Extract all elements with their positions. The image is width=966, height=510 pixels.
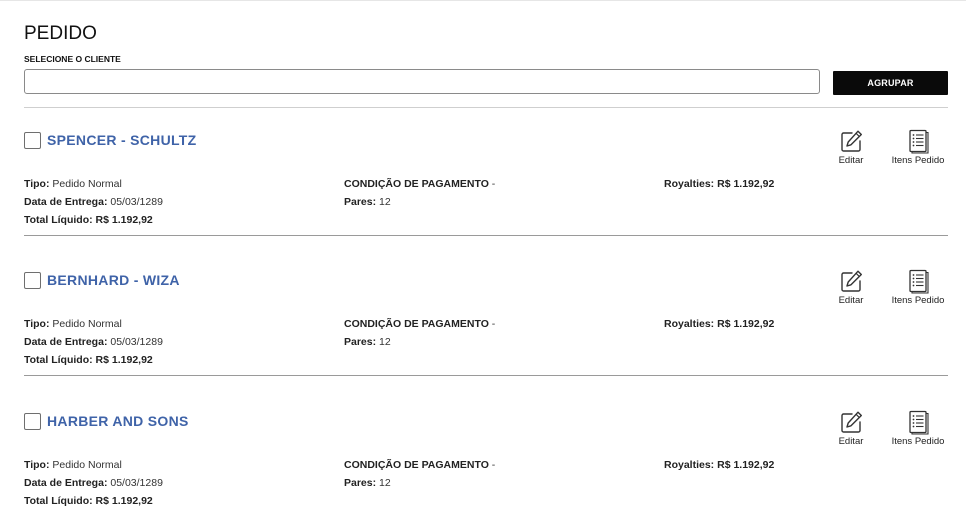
list-document-icon (909, 129, 929, 154)
order-card: SPENCER - SCHULTZ Editar Itens Pedido Ti… (24, 128, 948, 258)
delivery-date-value: 05/03/1289 (110, 196, 163, 208)
group-button[interactable]: AGRUPAR (833, 71, 948, 95)
order-type: Tipo: Pedido Normal (24, 318, 122, 330)
items-label: Itens Pedido (891, 436, 945, 447)
delivery-date: Data de Entrega: 05/03/1289 (24, 336, 163, 348)
delivery-date: Data de Entrega: 05/03/1289 (24, 196, 163, 208)
client-select-label: SELECIONE O CLIENTE (24, 54, 121, 64)
list-document-icon (909, 410, 929, 435)
pairs-value: 12 (379, 477, 391, 489)
edit-icon (841, 270, 862, 292)
order-items-button[interactable]: Itens Pedido (886, 268, 950, 306)
edit-order-button[interactable]: Editar (824, 409, 878, 447)
royalties-value: R$ 1.192,92 (717, 459, 775, 471)
order-type: Tipo: Pedido Normal (24, 178, 122, 190)
payment-condition: CONDIÇÃO DE PAGAMENTO - (344, 459, 496, 471)
pairs: Pares: 12 (344, 477, 391, 489)
royalties: Royalties: R$ 1.192,92 (664, 459, 775, 471)
royalties-value: R$ 1.192,92 (717, 318, 775, 330)
pairs: Pares: 12 (344, 196, 391, 208)
edit-order-button[interactable]: Editar (824, 268, 878, 306)
royalties-value: R$ 1.192,92 (717, 178, 775, 190)
payment-condition: CONDIÇÃO DE PAGAMENTO - (344, 318, 496, 330)
items-label: Itens Pedido (891, 155, 945, 166)
edit-label: Editar (838, 155, 864, 166)
delivery-date-value: 05/03/1289 (110, 477, 163, 489)
order-client-name[interactable]: HARBER AND SONS (47, 413, 189, 429)
delivery-date: Data de Entrega: 05/03/1289 (24, 477, 163, 489)
pairs-value: 12 (379, 336, 391, 348)
header-divider (24, 107, 948, 108)
net-total: Total Líquido: R$ 1.192,92 (24, 495, 153, 507)
order-items-button[interactable]: Itens Pedido (886, 409, 950, 447)
order-card: BERNHARD - WIZA Editar Itens Pedido Tipo… (24, 268, 948, 398)
edit-icon (841, 411, 862, 433)
edit-label: Editar (838, 436, 864, 447)
net-total: Total Líquido: R$ 1.192,92 (24, 214, 153, 226)
royalties: Royalties: R$ 1.192,92 (664, 178, 775, 190)
pairs: Pares: 12 (344, 336, 391, 348)
royalties: Royalties: R$ 1.192,92 (664, 318, 775, 330)
order-type-value: Pedido Normal (52, 178, 122, 190)
order-select-checkbox[interactable] (24, 272, 41, 289)
payment-condition: CONDIÇÃO DE PAGAMENTO - (344, 178, 496, 190)
order-select-checkbox[interactable] (24, 413, 41, 430)
net-total: Total Líquido: R$ 1.192,92 (24, 354, 153, 366)
payment-condition-value: - (491, 459, 496, 471)
order-card: HARBER AND SONS Editar Itens Pedido Tipo… (24, 409, 948, 509)
order-items-button[interactable]: Itens Pedido (886, 128, 950, 166)
order-client-name[interactable]: SPENCER - SCHULTZ (47, 132, 197, 148)
page-title: PEDIDO (24, 23, 97, 44)
net-total-value: R$ 1.192,92 (95, 495, 153, 507)
net-total-value: R$ 1.192,92 (95, 214, 153, 226)
pairs-value: 12 (379, 196, 391, 208)
order-type-value: Pedido Normal (52, 318, 122, 330)
order-type-value: Pedido Normal (52, 459, 122, 471)
edit-icon (841, 130, 862, 152)
order-client-name[interactable]: BERNHARD - WIZA (47, 272, 180, 288)
order-type: Tipo: Pedido Normal (24, 459, 122, 471)
payment-condition-value: - (491, 178, 496, 190)
net-total-value: R$ 1.192,92 (95, 354, 153, 366)
payment-condition-value: - (491, 318, 496, 330)
order-divider (24, 375, 948, 376)
delivery-date-value: 05/03/1289 (110, 336, 163, 348)
order-divider (24, 235, 948, 236)
edit-label: Editar (838, 295, 864, 306)
edit-order-button[interactable]: Editar (824, 128, 878, 166)
items-label: Itens Pedido (891, 295, 945, 306)
client-select-input[interactable] (24, 69, 820, 94)
list-document-icon (909, 269, 929, 294)
order-select-checkbox[interactable] (24, 132, 41, 149)
